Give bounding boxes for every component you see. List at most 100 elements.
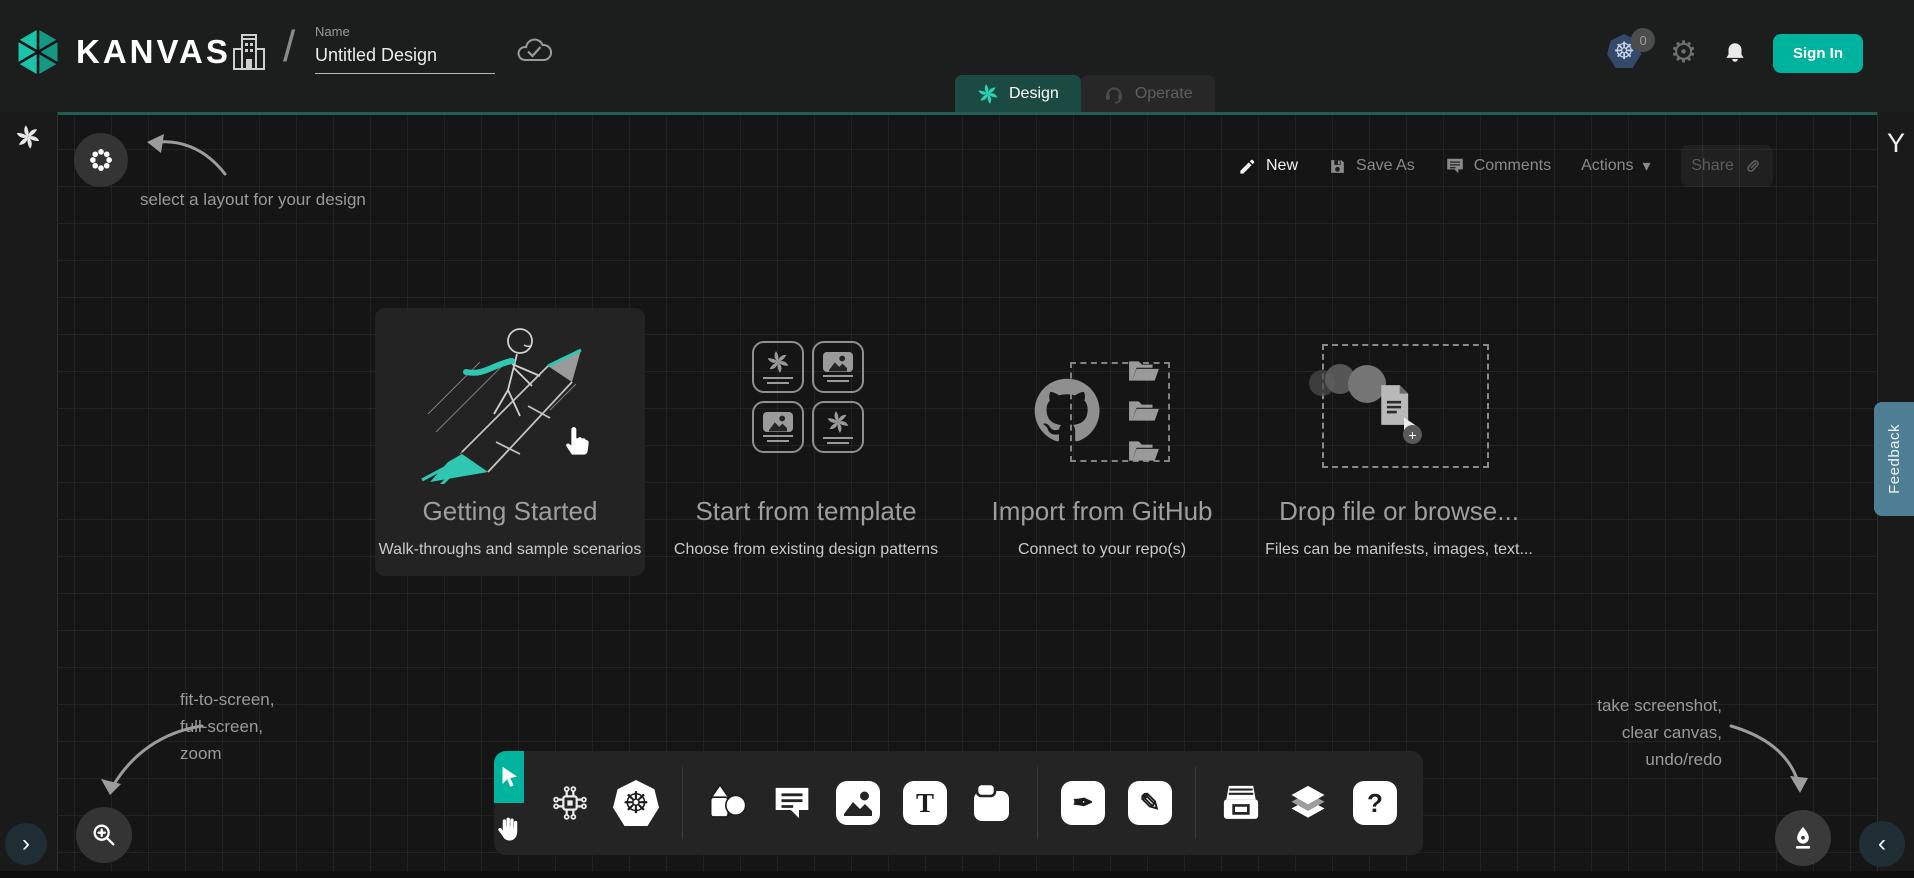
pen-nib-icon: ✒	[1061, 781, 1105, 825]
card-title: Getting Started	[375, 496, 645, 526]
sign-in-button[interactable]: Sign In	[1773, 34, 1863, 73]
cloud-synced-icon	[515, 36, 553, 66]
actions-dropdown[interactable]: Actions ▾	[1581, 156, 1651, 176]
design-canvas[interactable]: Y select a layout for your design	[0, 112, 1914, 878]
sticky-note-icon	[970, 781, 1014, 825]
breadcrumb-slash: /	[283, 22, 295, 72]
toolbar-divider	[1037, 767, 1038, 839]
github-octocat-icon	[1032, 375, 1102, 445]
tab-design[interactable]: Design	[955, 75, 1081, 112]
question-mark-icon: ?	[1353, 781, 1397, 825]
design-name-input[interactable]	[315, 43, 495, 74]
component-tool[interactable]	[550, 783, 590, 823]
template-tile	[812, 401, 864, 453]
open-folder-icon	[1128, 438, 1160, 464]
card-title: Start from template	[636, 496, 976, 526]
pen-actions-button[interactable]	[1775, 810, 1831, 866]
card-subtitle: Files can be manifests, images, text...	[1229, 540, 1569, 560]
new-label: New	[1266, 157, 1298, 175]
name-label: Name	[315, 24, 495, 39]
pen-tool[interactable]: ✒	[1061, 781, 1105, 825]
toolbar-divider	[1195, 767, 1196, 839]
open-folder-icon	[1128, 398, 1160, 424]
bottom-scroll-track	[0, 871, 1914, 878]
card-getting-started[interactable]: Getting Started Walk-throughs and sample…	[375, 308, 645, 576]
text-T-icon: T	[903, 781, 947, 825]
template-thumbnails[interactable]	[752, 341, 864, 453]
operate-headset-icon	[1103, 83, 1125, 105]
import-drawer-tool[interactable]	[1219, 781, 1263, 825]
layout-button[interactable]	[74, 133, 128, 187]
image-icon	[764, 414, 792, 432]
flower-layout-icon	[88, 147, 114, 173]
pan-tool[interactable]	[494, 803, 524, 855]
layout-hint-text: select a layout for your design	[140, 186, 366, 213]
card-title: Drop file or browse...	[1229, 496, 1569, 526]
flows-y-icon[interactable]: Y	[1878, 128, 1914, 159]
select-cursor-icon	[496, 764, 522, 790]
pencil-tool[interactable]: ✎	[1128, 781, 1172, 825]
pinwheel-icon[interactable]	[15, 124, 41, 150]
pen-nib-icon	[1789, 824, 1817, 852]
selection-tools	[494, 751, 524, 855]
zoom-in-button[interactable]	[76, 807, 132, 863]
image-icon	[843, 789, 873, 817]
help-tool[interactable]: ?	[1353, 781, 1397, 825]
save-as-label: Save As	[1356, 157, 1415, 175]
organization-icon[interactable]	[231, 32, 267, 72]
pinwheel-icon	[766, 350, 790, 374]
image-tool[interactable]	[836, 781, 880, 825]
settings-gear-icon[interactable]: ⚙	[1670, 38, 1697, 68]
tab-operate[interactable]: Operate	[1081, 75, 1215, 112]
card-import-from-github[interactable]: Import from GitHub Connect to your repo(…	[932, 496, 1272, 560]
app-header: KANVAS / Name Design Operate ☸ 0 ⚙	[0, 0, 1914, 112]
pencil-icon: ✎	[1128, 781, 1172, 825]
share-button[interactable]: Share	[1681, 145, 1773, 187]
component-chip-icon	[550, 783, 590, 823]
feedback-label: Feedback	[1886, 424, 1903, 494]
feedback-tab[interactable]: Feedback	[1874, 402, 1914, 516]
kubernetes-wheel-icon: ☸	[613, 780, 659, 826]
actions-label: Actions	[1581, 157, 1633, 175]
shapes-tool[interactable]	[706, 782, 748, 824]
bottom-right-hint: take screenshot, clear canvas, undo/redo	[1597, 692, 1722, 773]
sticky-note-tool[interactable]	[970, 781, 1014, 825]
kubernetes-context-button[interactable]: ☸ 0	[1607, 34, 1645, 72]
design-pinwheel-icon	[977, 83, 999, 105]
comment-icon	[1445, 156, 1465, 176]
plus-badge: +	[1403, 425, 1422, 444]
kubernetes-context-count-badge: 0	[1631, 28, 1655, 52]
pinwheel-icon	[826, 410, 850, 434]
layers-tool[interactable]	[1286, 783, 1330, 823]
zoom-in-magnifier-icon	[90, 821, 118, 849]
kubernetes-tool[interactable]: ☸	[613, 780, 659, 826]
kanvas-logo-icon	[12, 26, 64, 78]
tab-design-label: Design	[1009, 85, 1059, 103]
comments-button[interactable]: Comments	[1445, 156, 1551, 176]
layers-icon	[1286, 783, 1330, 823]
notifications-bell-icon[interactable]	[1722, 40, 1748, 66]
toolbar-divider	[682, 767, 683, 839]
card-start-from-template[interactable]: Start from template Choose from existing…	[636, 496, 976, 560]
new-button[interactable]: New	[1238, 157, 1298, 176]
brand-name: KANVAS	[76, 33, 231, 71]
card-subtitle: Walk-throughs and sample scenarios	[375, 540, 645, 560]
expand-left-panel-button[interactable]: ›	[5, 823, 47, 865]
card-title: Import from GitHub	[932, 496, 1272, 526]
shapes-icon	[706, 782, 748, 824]
card-drop-file[interactable]: Drop file or browse... Files can be mani…	[1229, 496, 1569, 560]
pan-hand-icon	[494, 814, 524, 844]
comment-tool[interactable]	[771, 782, 813, 824]
floppy-save-icon	[1328, 157, 1347, 176]
left-panel-strip	[0, 112, 58, 878]
select-tool[interactable]	[494, 751, 524, 803]
template-tile	[752, 401, 804, 453]
bottom-left-hint: fit-to-screen, full-screen, zoom	[180, 686, 274, 767]
card-subtitle: Connect to your repo(s)	[932, 540, 1272, 560]
save-as-button[interactable]: Save As	[1328, 157, 1415, 176]
text-tool[interactable]: T	[903, 781, 947, 825]
card-label: Getting Started Walk-throughs and sample…	[375, 496, 645, 560]
image-icon	[824, 354, 852, 372]
expand-right-panel-button[interactable]: ‹	[1859, 821, 1905, 867]
brand[interactable]: KANVAS	[12, 26, 231, 78]
